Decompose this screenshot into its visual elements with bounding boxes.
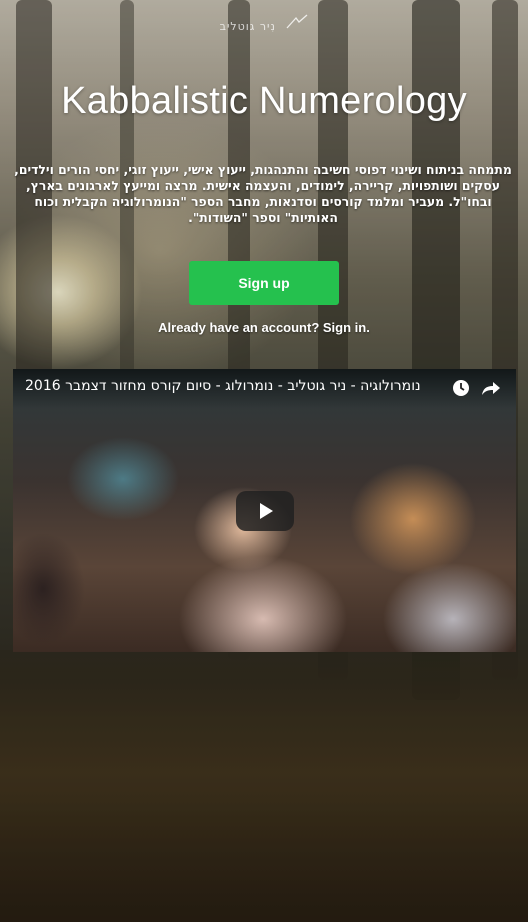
logo-text: נִיר גוטליב [219,20,276,33]
page-title: Kabbalistic Numerology [61,80,467,122]
video-title[interactable]: נומרולוגיה - ניר גוטליב - נומרולוג - סיו… [25,378,446,394]
play-icon [260,503,273,519]
signup-button[interactable]: Sign up [189,261,339,305]
logo-mark-icon [286,14,308,33]
video-player[interactable]: נומרולוגיה - ניר גוטליב - נומרולוג - סיו… [13,369,516,652]
share-icon[interactable] [481,378,501,398]
bio-description: מתמחה בניתוח ושינוי דפוסי חשיבה והתנהגות… [14,162,512,225]
play-button[interactable] [236,491,294,531]
signin-prompt: Already have an account? Sign in. [0,320,528,335]
site-logo[interactable]: נִיר גוטליב [0,14,528,33]
signin-link[interactable]: Already have an account? Sign in. [158,320,370,335]
clock-icon[interactable] [451,378,471,398]
